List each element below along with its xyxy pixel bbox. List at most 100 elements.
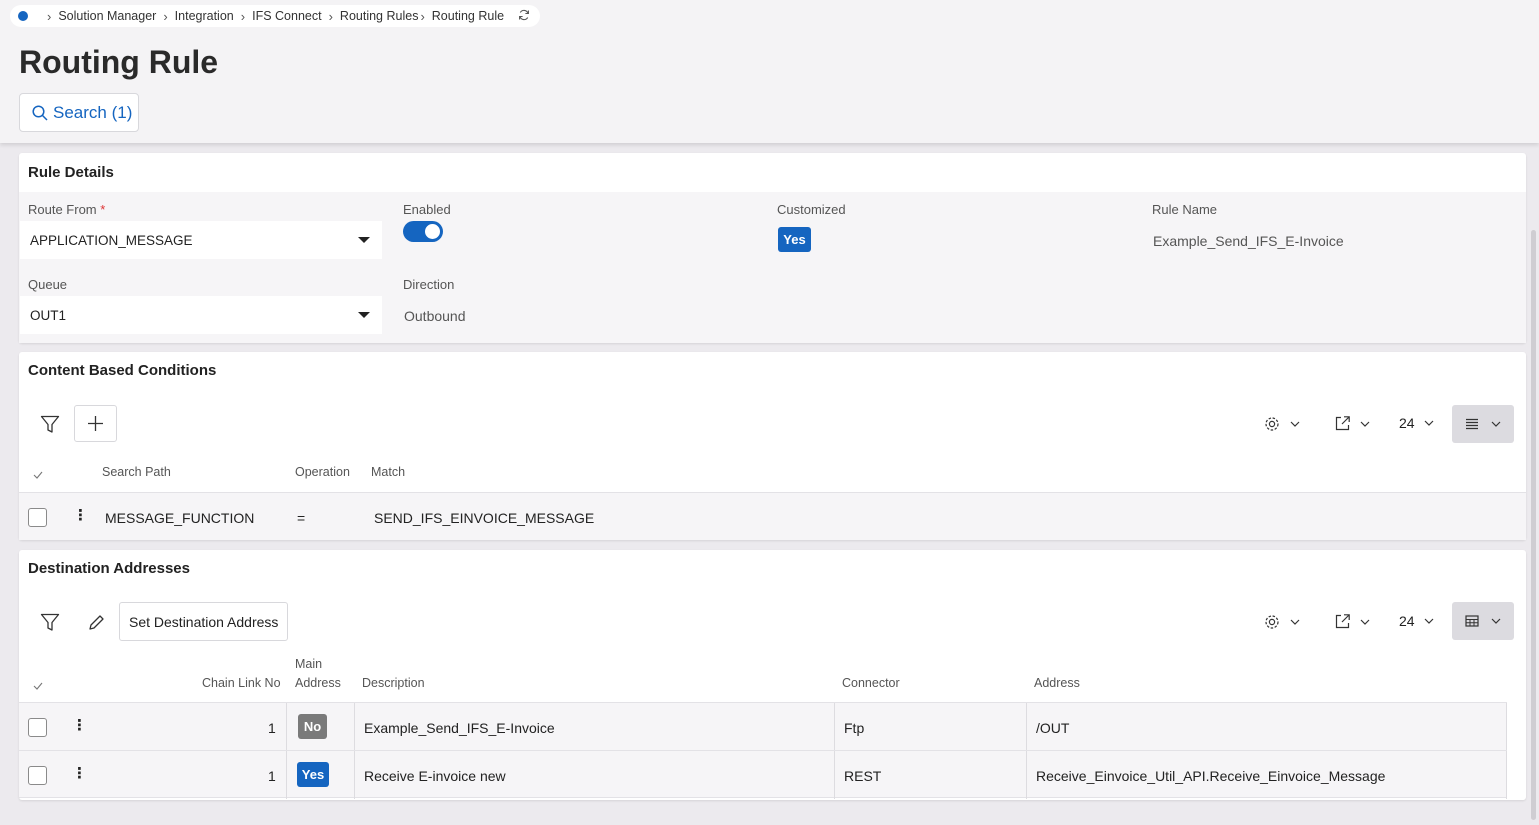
export-icon [1335,614,1350,629]
kebab-icon[interactable]: ⋮ [73,506,88,524]
breadcrumb-item-solution-manager[interactable]: Solution Manager [58,9,156,23]
row-checkbox[interactable] [28,718,47,737]
table-row[interactable]: ⋮ 1 Yes Receive E-invoice new REST Recei… [19,750,1507,799]
page-title: Routing Rule [19,44,219,80]
cell-description: Example_Send_IFS_E-Invoice [364,720,555,736]
kebab-icon[interactable]: ⋮ [72,764,87,782]
column-divider [286,703,287,751]
table-row[interactable]: ⋮ 1 No Example_Send_IFS_E-Invoice Ftp /O… [19,702,1507,751]
direction-value: Outbound [404,308,466,324]
page-size-value: 24 [1399,415,1415,431]
check-icon[interactable] [33,682,43,690]
filter-icon[interactable] [37,611,63,633]
plus-icon [88,416,103,431]
export-menu[interactable] [1334,613,1370,630]
column-header-search-path[interactable]: Search Path [102,465,171,479]
column-divider [354,751,355,799]
cell-search-path: MESSAGE_FUNCTION [105,510,255,526]
breadcrumb-item-ifs-connect[interactable]: IFS Connect [252,9,321,23]
cell-chain-link-no: 1 [268,720,276,736]
search-button[interactable]: Search (1) [19,93,139,132]
cell-address: /OUT [1036,720,1070,736]
enabled-label: Enabled [403,202,451,217]
kebab-icon[interactable]: ⋮ [72,716,87,734]
page-size-select[interactable]: 24 [1399,415,1434,431]
settings-menu[interactable] [1263,415,1300,433]
cell-operation: = [297,510,306,526]
row-checkbox[interactable] [28,508,47,527]
column-divider [834,751,835,799]
page-size-select[interactable]: 24 [1399,613,1434,629]
search-icon [32,104,48,121]
column-header-address[interactable]: Address [1034,676,1080,690]
scrollbar[interactable] [1531,230,1536,820]
breadcrumb: › Solution Manager › Integration › IFS C… [10,5,541,27]
chevron-right-icon: › [47,8,52,24]
set-destination-address-button[interactable]: Set Destination Address [119,602,289,641]
queue-value: OUT1 [30,307,67,323]
chevron-down-icon [1491,618,1501,624]
queue-select[interactable]: OUT1 [20,296,382,334]
column-divider [1506,703,1507,751]
chevron-down-icon [1424,420,1434,426]
gear-icon [1265,417,1279,431]
page-size-value: 24 [1399,613,1415,629]
cell-connector: Ftp [844,720,865,736]
column-header-operation[interactable]: Operation [295,465,350,479]
chevron-right-icon: › [240,8,246,24]
chevron-down-icon [1424,618,1434,624]
column-divider [1026,751,1027,799]
column-divider [1506,751,1507,799]
export-icon [1335,416,1350,431]
column-header-match[interactable]: Match [371,465,405,479]
check-icon[interactable] [33,471,43,479]
export-menu[interactable] [1334,415,1370,432]
column-divider [354,703,355,751]
search-button-label: Search (1) [53,102,133,122]
column-header-chain-link-no[interactable]: Chain Link No [202,676,281,690]
chevron-down-icon [1360,619,1370,625]
column-divider [834,703,835,751]
rule-details-body: Route From * APPLICATION_MESSAGE Enabled… [19,192,1526,343]
home-dot-icon[interactable] [18,11,28,21]
rule-name-label: Rule Name [1152,202,1218,217]
customized-badge: Yes [778,227,811,252]
column-header-main-address-line1[interactable]: Main [295,657,322,671]
cell-connector: REST [844,768,882,784]
rule-details-panel: Rule Details Route From * APPLICATION_ME… [19,153,1526,343]
chevron-right-icon: › [328,8,333,24]
main-address-badge: No [298,714,327,739]
enabled-toggle[interactable] [403,221,443,242]
table-row[interactable]: ⋮ MESSAGE_FUNCTION = SEND_IFS_EINVOICE_M… [19,492,1526,540]
chevron-down-icon [358,312,370,318]
pencil-icon[interactable] [85,611,107,633]
refresh-icon[interactable] [518,9,530,24]
cell-address: Receive_Einvoice_Util_API.Receive_Einvoi… [1036,768,1386,784]
cell-description: Receive E-invoice new [364,768,506,784]
column-header-description[interactable]: Description [362,676,425,690]
breadcrumb-item-routing-rules[interactable]: Routing Rules [340,9,419,23]
view-mode-button[interactable] [1452,405,1514,443]
column-header-main-address-line2[interactable]: Address [295,676,341,690]
column-divider [1026,703,1027,751]
chevron-down-icon [1491,421,1501,427]
add-condition-button[interactable] [74,405,117,442]
row-checkbox[interactable] [28,766,47,785]
table-view-icon [1465,615,1479,627]
breadcrumb-item-integration[interactable]: Integration [175,9,234,23]
chevron-right-icon: › [420,8,425,24]
main-address-badge: Yes [297,762,329,787]
required-marker: * [100,202,106,217]
filter-icon[interactable] [37,413,63,435]
route-from-value: APPLICATION_MESSAGE [30,232,193,248]
route-from-select[interactable]: APPLICATION_MESSAGE [20,221,382,259]
column-divider [286,751,287,799]
list-view-icon [1466,418,1478,430]
cell-match: SEND_IFS_EINVOICE_MESSAGE [374,510,595,526]
chevron-right-icon: › [163,8,168,24]
column-header-connector[interactable]: Connector [842,676,900,690]
gear-icon [1265,615,1279,629]
settings-menu[interactable] [1263,613,1300,631]
view-mode-button[interactable] [1452,602,1514,640]
chevron-down-icon [358,237,370,243]
